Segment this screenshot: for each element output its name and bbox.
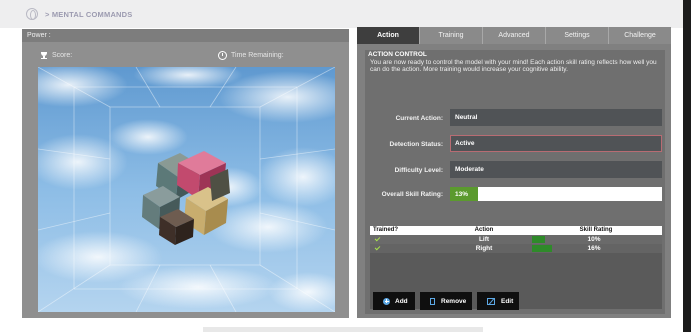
tab-action[interactable]: Action [357,27,420,44]
header-trained: Trained? [373,227,399,233]
table-row[interactable]: Right 16% [370,244,662,253]
remove-button[interactable]: Remove [420,292,472,310]
window-edge [683,0,691,332]
action-cell: Right [475,245,493,252]
add-button[interactable]: Add [373,292,415,310]
edit-button[interactable]: Edit [477,292,519,310]
action-cell: Lift [478,236,490,243]
table-row[interactable]: Lift 10% [370,235,662,244]
overall-skill-label: Overall Skill Rating: [381,191,443,198]
detection-status-field: Active [450,135,662,152]
current-action-field: Neutral [450,109,662,126]
plus-icon [383,297,390,305]
time-remaining-label: Time Remaining: [231,52,284,59]
current-action-label: Current Action: [395,115,443,122]
rating-cell: 10% [530,235,662,244]
rating-cell: 16% [530,244,662,253]
trained-cell [370,235,438,244]
app-title: > MENTAL COMMANDS [45,10,133,19]
tab-challenge[interactable]: Challenge [609,27,671,44]
header-skill-rating: Skill Rating [579,227,613,233]
check-icon [374,235,381,242]
tab-bar: Action Training Advanced Settings Challe… [357,27,671,44]
power-bar: Power : [22,29,349,42]
overall-skill-fill: 13% [450,187,478,201]
3d-viewport[interactable] [38,67,335,312]
action-control-panel: ACTION CONTROL You are now ready to cont… [365,50,665,314]
difficulty-level-label: Difficulty Level: [394,167,443,174]
right-panel: Action Training Advanced Settings Challe… [357,27,671,318]
trash-icon [430,297,435,305]
room-scene [38,67,335,312]
edit-icon [487,297,495,305]
trained-cell [370,244,438,253]
overall-skill-value: 13% [455,190,469,198]
tab-training[interactable]: Training [420,27,483,44]
tab-settings[interactable]: Settings [546,27,609,44]
tab-advanced[interactable]: Advanced [483,27,546,44]
check-icon [374,244,381,251]
table-header: Trained? Action Skill Rating [370,226,662,235]
power-label: Power : [27,32,51,39]
overall-skill-bar: 13% [450,187,662,201]
clock-icon [218,51,227,60]
top-bar: > MENTAL COMMANDS [0,0,691,28]
detection-status-label: Detection Status: [389,141,443,148]
remove-button-label: Remove [441,297,467,305]
edit-button-label: Edit [501,297,514,305]
time-remaining-display: Time Remaining: [218,51,284,60]
left-panel: Power : Score: Time Remaining: [22,29,349,318]
rating-value: 10% [587,236,601,243]
trophy-icon [40,52,48,59]
bottom-strip [203,327,483,332]
description-text: You are now ready to control the model w… [370,59,657,73]
rating-value: 16% [587,245,601,252]
add-button-label: Add [395,297,408,305]
score-label: Score: [52,52,73,59]
score-display: Score: [40,52,72,59]
header-action: Action [474,227,494,233]
brain-logo-icon [26,8,38,20]
section-title: ACTION CONTROL [368,51,427,58]
difficulty-level-field[interactable]: Moderate [450,161,662,178]
